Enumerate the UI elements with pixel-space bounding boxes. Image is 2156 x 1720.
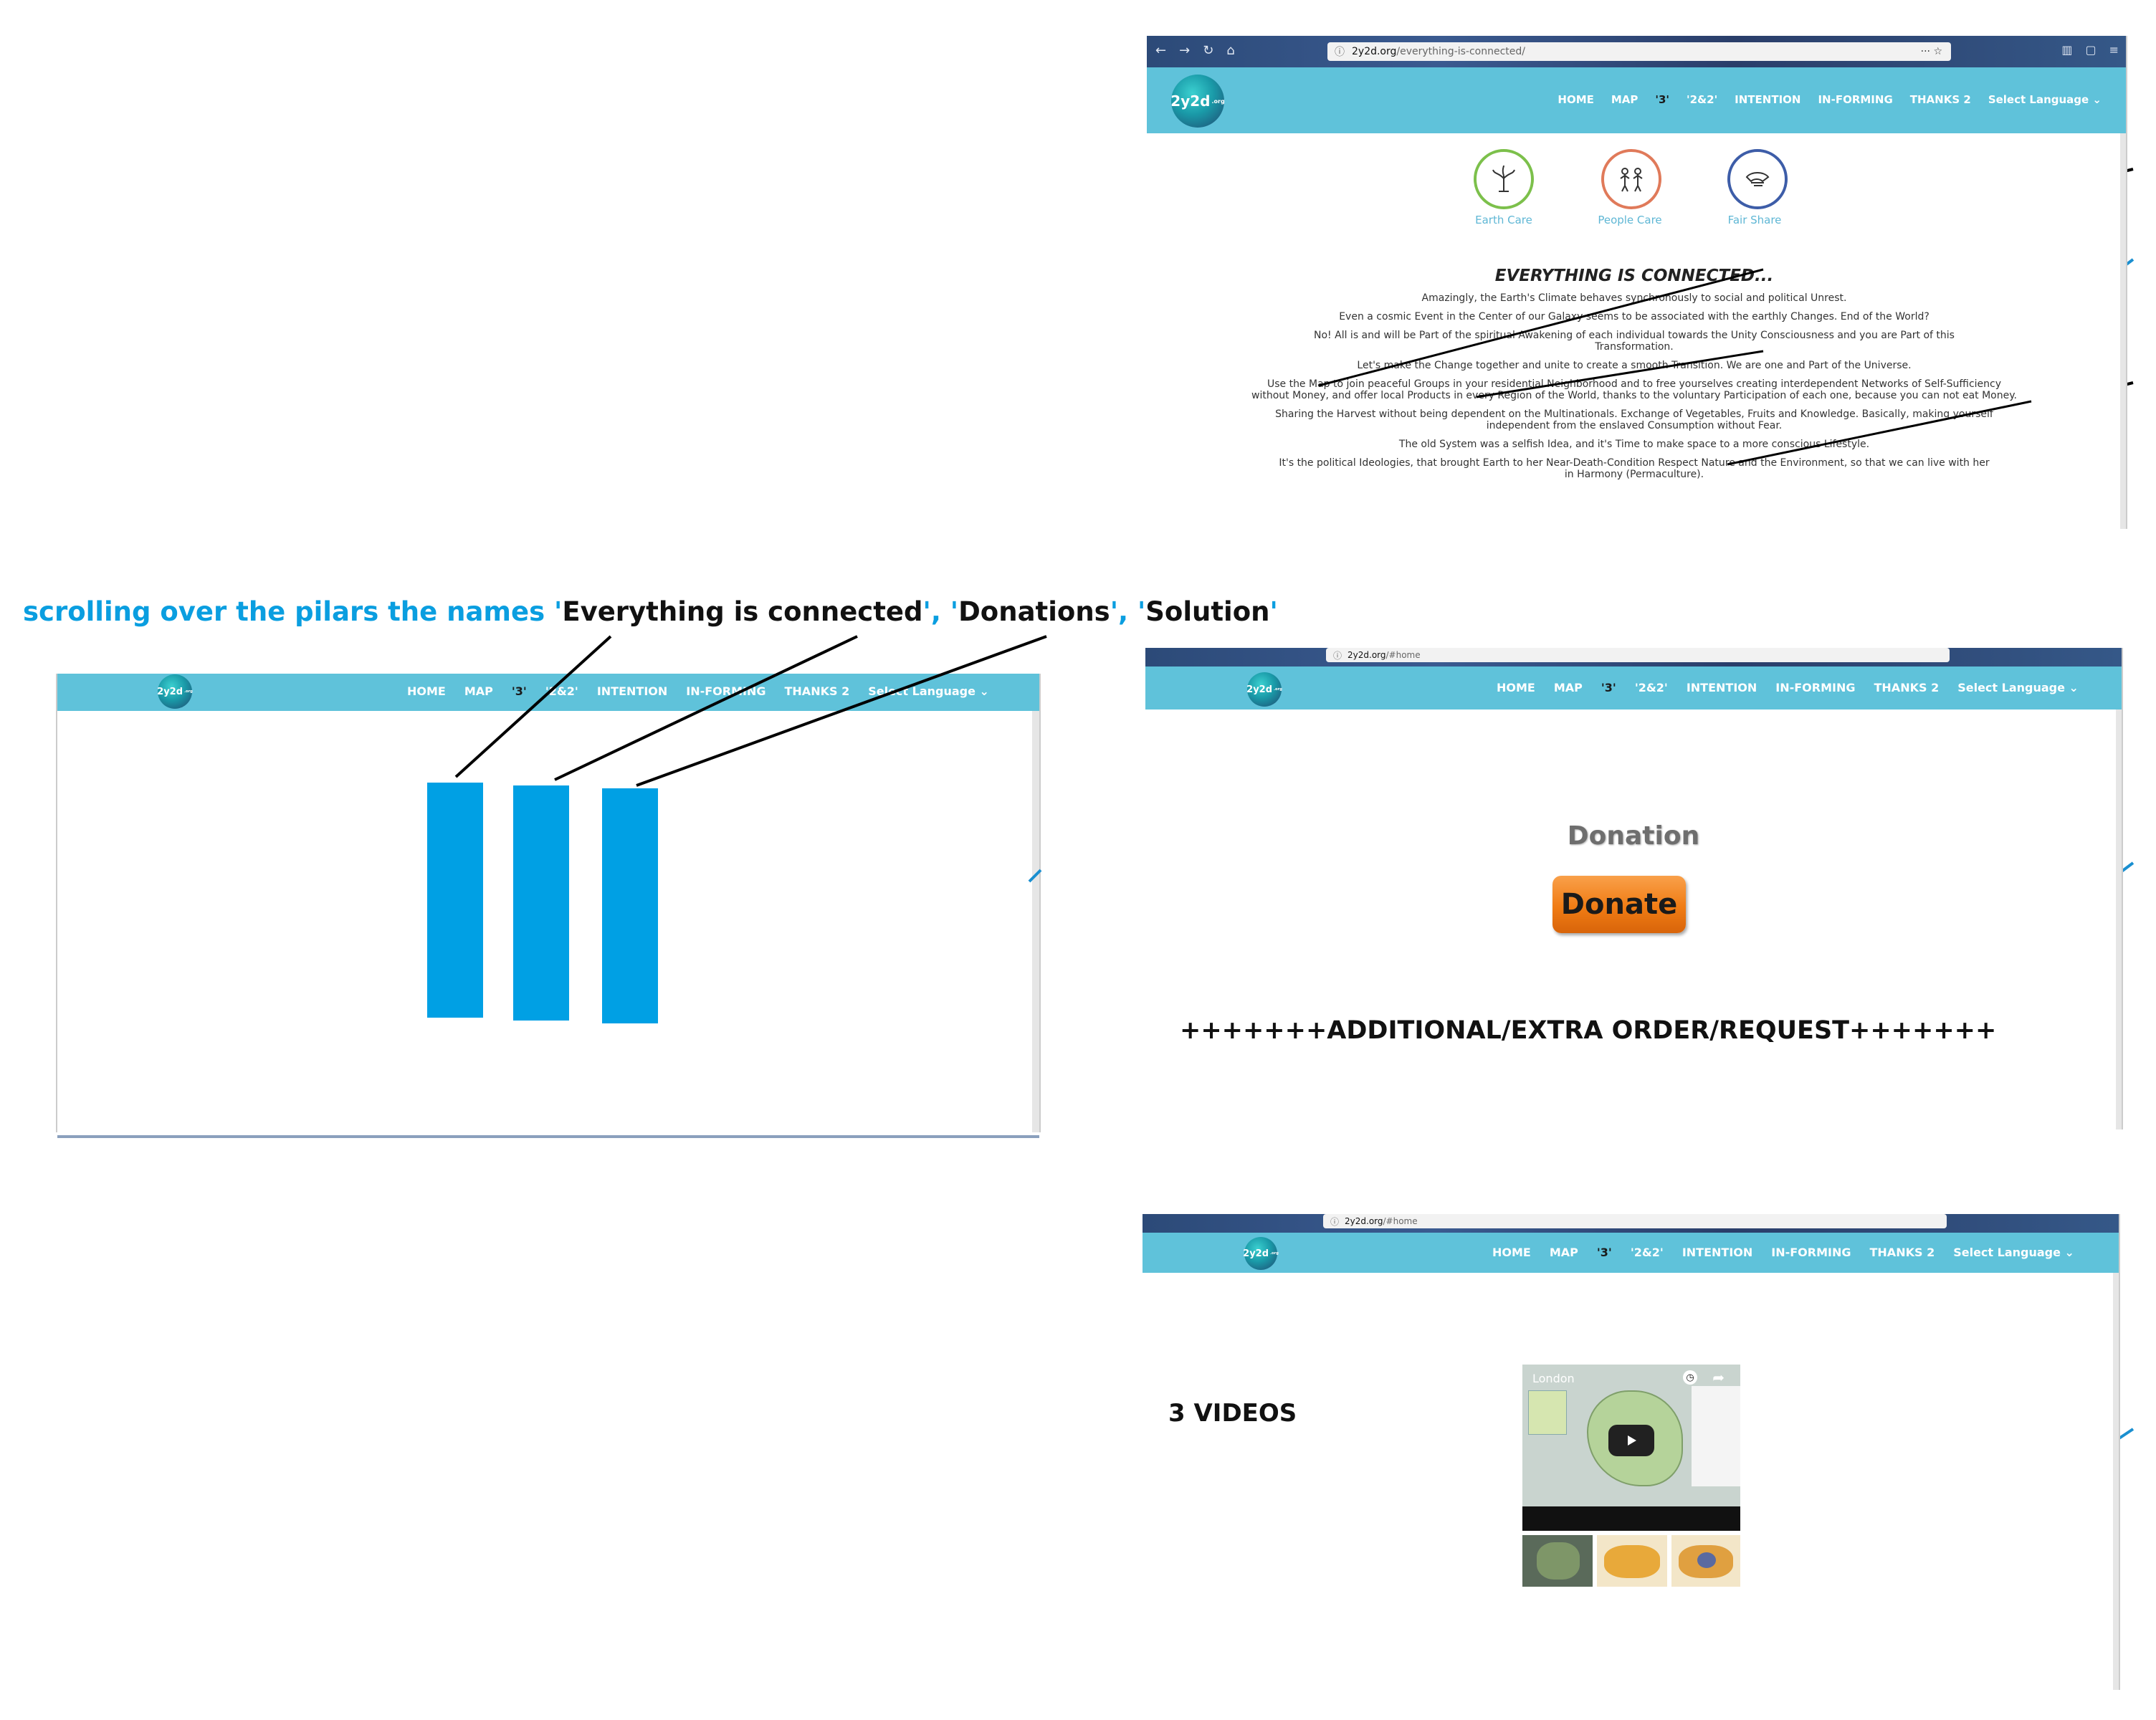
nav-informing[interactable]: IN-FORMING (1775, 681, 1855, 694)
annotation-strokes (1318, 268, 2032, 466)
play-button[interactable] (1608, 1425, 1654, 1456)
extra-order-heading: +++++++ADDITIONAL/EXTRA ORDER/REQUEST+++… (1180, 1016, 1997, 1045)
logo-text: 2y2d (1243, 1248, 1269, 1259)
logo-sup: .org (1274, 687, 1282, 692)
thumb-map-shape (1537, 1542, 1580, 1580)
logo-sup: .org (1270, 1251, 1279, 1256)
nav-map[interactable]: MAP (1554, 681, 1583, 694)
nav-map[interactable]: MAP (1550, 1246, 1578, 1259)
connector-donations (554, 635, 858, 781)
nav-intention[interactable]: INTENTION (1682, 1246, 1752, 1259)
nav-home[interactable]: HOME (1497, 681, 1535, 694)
video-thumbnail-2[interactable] (1597, 1535, 1667, 1587)
nav-menu: HOME MAP '3' '2&2' INTENTION IN-FORMING … (1492, 1246, 2074, 1259)
scrollbar[interactable] (2116, 710, 2122, 1129)
middle-right-screenshot: ⓘ 2y2d.org/#home 2y2d .org HOME MAP '3' '… (1145, 648, 2123, 1129)
site-logo[interactable]: 2y2d .org (1246, 672, 1282, 707)
browser-toolbar: ⓘ 2y2d.org/#home (1145, 648, 2122, 666)
nav-menu: HOME MAP '3' '2&2' INTENTION IN-FORMING … (1497, 681, 2079, 694)
thumb-map-shape (1604, 1545, 1660, 1578)
nav-home[interactable]: HOME (1492, 1246, 1531, 1259)
address-bar[interactable]: ⓘ 2y2d.org/#home (1326, 648, 1950, 662)
map-legend (1528, 1390, 1567, 1435)
top-right-screenshot: ← → ↻ ⌂ ⓘ 2y2d.org/everything-is-connect… (1147, 36, 2127, 529)
nav-intention[interactable]: INTENTION (1687, 681, 1757, 694)
url-host: 2y2d.org (1348, 650, 1386, 660)
bottom-right-screenshot: ⓘ 2y2d.org/#home 2y2d .org HOME MAP '3' '… (1143, 1214, 2120, 1690)
nav-2and2[interactable]: '2&2' (1635, 681, 1668, 694)
nav-thanks[interactable]: THANKS 2 (1874, 681, 1940, 694)
nav-3[interactable]: '3' (1601, 681, 1616, 694)
donate-button[interactable]: Donate (1552, 876, 1686, 933)
play-icon (1628, 1435, 1636, 1446)
scrollbar[interactable] (2120, 133, 2126, 529)
url-path: /#home (1385, 650, 1421, 660)
nav-2and2[interactable]: '2&2' (1631, 1246, 1664, 1259)
video-title: London (1532, 1372, 1575, 1385)
url-host: 2y2d.org (1345, 1216, 1383, 1226)
thumb-map-center (1697, 1552, 1716, 1568)
scrollbar[interactable] (2113, 1273, 2119, 1690)
site-navbar: 2y2d .org HOME MAP '3' '2&2' INTENTION IN… (1143, 1233, 2119, 1273)
watch-later-icon[interactable]: ◷ (1683, 1370, 1697, 1385)
map-sidepanel (1692, 1386, 1740, 1486)
address-bar[interactable]: ⓘ 2y2d.org/#home (1323, 1214, 1947, 1228)
url-path: /#home (1383, 1216, 1418, 1226)
video-thumbnail-3[interactable] (1671, 1535, 1740, 1587)
info-icon[interactable]: ⓘ (1333, 649, 1342, 661)
side-tick (1028, 869, 1042, 883)
nav-informing[interactable]: IN-FORMING (1771, 1246, 1851, 1259)
nav-3[interactable]: '3' (1597, 1246, 1612, 1259)
video-thumbnail-1[interactable] (1522, 1535, 1593, 1587)
videos-label: 3 VIDEOS (1168, 1399, 1297, 1428)
donation-title: Donation (1567, 821, 1700, 851)
browser-toolbar: ⓘ 2y2d.org/#home (1143, 1214, 2119, 1233)
info-icon[interactable]: ⓘ (1330, 1215, 1339, 1228)
nav-select-language[interactable]: Select Language ⌄ (1953, 1246, 2074, 1259)
logo-text: 2y2d (1246, 684, 1273, 695)
video-player[interactable]: London ◷ ➦ (1522, 1365, 1740, 1531)
site-navbar: 2y2d .org HOME MAP '3' '2&2' INTENTION IN… (1145, 666, 2122, 710)
site-logo[interactable]: 2y2d .org (1243, 1237, 1279, 1270)
nav-thanks[interactable]: THANKS 2 (1870, 1246, 1935, 1259)
nav-select-language[interactable]: Select Language ⌄ (1957, 681, 2079, 694)
share-icon[interactable]: ➦ (1712, 1369, 1725, 1386)
connector-everything (454, 635, 612, 778)
